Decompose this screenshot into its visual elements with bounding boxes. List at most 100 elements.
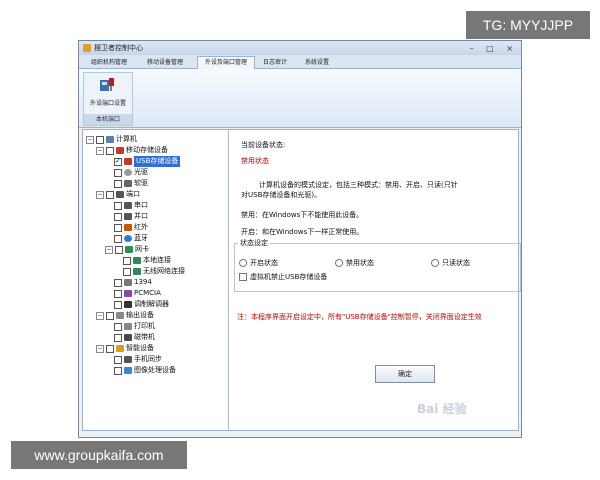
tree-checkbox[interactable] — [114, 366, 122, 375]
mode-description-line2: 对USB存储设备和光驱)。 — [241, 191, 322, 199]
tree-checkbox[interactable] — [114, 179, 122, 188]
tab-peripherals-ports[interactable]: 外设及端口管理 — [197, 56, 255, 69]
radio-disable[interactable]: 禁用状态 — [335, 258, 374, 268]
tree-node-parallel[interactable]: 并口 — [114, 211, 148, 222]
details-panel: 当前设备状态: 禁用状态 计算机设备的模式设定，包括三种模式：禁用、开启、只读(… — [233, 130, 521, 430]
radio-enable[interactable]: 开启状态 — [239, 258, 278, 268]
tree-checkbox[interactable] — [114, 322, 122, 331]
port-icon — [116, 191, 124, 198]
tree-checkbox[interactable] — [123, 267, 131, 276]
tree-node-local-connection[interactable]: 本地连接 — [123, 255, 171, 266]
tree-checkbox[interactable] — [114, 234, 122, 243]
tree-label: 输出设备 — [126, 311, 154, 319]
peripheral-settings-icon[interactable] — [98, 76, 116, 94]
radio-readonly[interactable]: 只读状态 — [431, 258, 470, 268]
tab-mobile-devices[interactable]: 移动设备管理 — [141, 57, 189, 68]
tab-org-management[interactable]: 组织机构管理 — [85, 57, 133, 68]
tree-checkbox[interactable] — [114, 212, 122, 221]
radio-circle[interactable] — [431, 259, 439, 267]
tree-checkbox[interactable] — [114, 333, 122, 342]
firewire-icon — [124, 279, 132, 286]
tree-node-wireless-connection[interactable]: 无线网络连接 — [123, 266, 185, 277]
tape-drive-icon — [124, 334, 132, 341]
tree-node-output[interactable]: − 输出设备 — [96, 310, 154, 321]
tree-checkbox-checked[interactable] — [114, 156, 122, 167]
tree-checkbox[interactable] — [114, 278, 122, 287]
checkbox-box[interactable] — [239, 273, 247, 281]
enable-description: 开启：和在Windows下一样正常使用。 — [241, 228, 364, 236]
tree-label: 网卡 — [135, 245, 149, 253]
tree-checkbox[interactable] — [114, 223, 122, 232]
title-bar: 摆卫者控制中心 – □ × — [79, 41, 521, 55]
tree-checkbox[interactable] — [115, 245, 123, 254]
tree-node-imaging[interactable]: 图像处理设备 — [114, 365, 176, 376]
disable-description: 禁用：在Windows下不能使用此设备。 — [241, 211, 364, 219]
tree-checkbox[interactable] — [114, 201, 122, 210]
tree-node-phone-sync[interactable]: 手机同步 — [114, 354, 162, 365]
tree-label: 并口 — [134, 212, 148, 220]
tree-checkbox[interactable] — [106, 311, 114, 320]
tree-node-usb-storage[interactable]: USB存储设备 — [114, 156, 181, 167]
menu-bar: 组织机构管理 移动设备管理 外设及端口管理 日志审计 系统设置 — [79, 55, 521, 69]
collapse-icon[interactable]: − — [96, 146, 104, 155]
computer-icon — [106, 136, 114, 143]
tree-node-nic[interactable]: − 网卡 — [105, 244, 149, 255]
baidu-watermark: Bai 经验 — [417, 402, 467, 416]
tree-checkbox[interactable] — [106, 146, 114, 155]
wireless-icon — [133, 268, 141, 275]
smart-device-icon — [116, 345, 124, 352]
infrared-icon — [124, 224, 132, 231]
floppy-icon — [124, 180, 132, 187]
tree-node-pcmcia[interactable]: PCMCIA — [114, 288, 161, 299]
tree-label: 蓝牙 — [134, 234, 148, 242]
tree-node-printer[interactable]: 打印机 — [114, 321, 155, 332]
tree-node-floppy[interactable]: 软驱 — [114, 178, 148, 189]
radio-circle[interactable] — [335, 259, 343, 267]
tree-node-ports[interactable]: − 端口 — [96, 189, 140, 200]
tree-checkbox[interactable] — [114, 300, 122, 309]
tree-node-tape[interactable]: 磁带机 — [114, 332, 155, 343]
peripheral-settings-button[interactable]: 外设端口设置 — [84, 98, 132, 107]
note-text: 注：本程序界面开启设定中，所有"USB存储设备"控制暂停，关闭界面设定生效 — [237, 313, 482, 321]
tab-log-audit[interactable]: 日志审计 — [259, 57, 291, 68]
tree-label: 软驱 — [134, 179, 148, 187]
collapse-icon[interactable]: − — [86, 135, 94, 144]
tree-node-1394[interactable]: 1394 — [114, 277, 152, 288]
tree-checkbox[interactable] — [96, 135, 104, 144]
tree-node-infrared[interactable]: 红外 — [114, 222, 148, 233]
collapse-icon[interactable]: − — [96, 344, 104, 353]
device-tree: − 计算机 − 移动存储设备 USB存储设备 光驱 软驱 − 端口 串口 并口 — [83, 130, 229, 430]
window-controls[interactable]: – □ × — [470, 42, 518, 56]
tree-node-bluetooth[interactable]: 蓝牙 — [114, 233, 148, 244]
tree-checkbox[interactable] — [106, 190, 114, 199]
collapse-icon[interactable]: − — [96, 311, 104, 320]
tree-label: 调制解调器 — [134, 300, 169, 308]
tree-node-smart-devices[interactable]: − 智能设备 — [96, 343, 154, 354]
watermark-top: TG: MYYJJPP — [466, 11, 590, 39]
tree-node-serial[interactable]: 串口 — [114, 200, 148, 211]
tree-node-computer[interactable]: − 计算机 — [86, 134, 137, 145]
tree-node-mobile-storage[interactable]: − 移动存储设备 — [96, 145, 168, 156]
tree-checkbox[interactable] — [106, 344, 114, 353]
vm-usb-checkbox[interactable]: 虚拟机禁止USB存储设备 — [239, 272, 327, 282]
radio-circle[interactable] — [239, 259, 247, 267]
tree-node-cdrom[interactable]: 光驱 — [114, 167, 148, 178]
imaging-icon — [124, 367, 132, 374]
tree-checkbox[interactable] — [123, 256, 131, 265]
tree-label: 串口 — [134, 201, 148, 209]
tree-label: 手机同步 — [134, 355, 162, 363]
tree-label: 1394 — [134, 278, 152, 286]
tree-label: 计算机 — [116, 135, 137, 143]
watermark-bottom: www.groupkaifa.com — [11, 441, 187, 469]
tree-checkbox[interactable] — [114, 355, 122, 364]
tab-system-settings[interactable]: 系统设置 — [299, 57, 335, 68]
tree-checkbox[interactable] — [114, 289, 122, 298]
ok-button[interactable]: 确定 — [375, 365, 435, 383]
collapse-icon[interactable]: − — [105, 245, 113, 254]
tree-label: 本地连接 — [143, 256, 171, 264]
tree-label: 打印机 — [134, 322, 155, 330]
collapse-icon[interactable]: − — [96, 190, 104, 199]
serial-port-icon — [124, 202, 132, 209]
tree-node-modem[interactable]: 调制解调器 — [114, 299, 169, 310]
tree-checkbox[interactable] — [114, 168, 122, 177]
